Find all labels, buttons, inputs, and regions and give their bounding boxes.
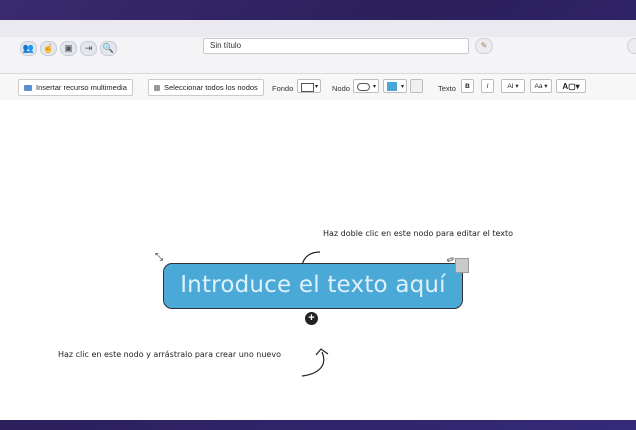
edit-node-hint: Haz doble clic en este nodo para editar … xyxy=(323,229,514,238)
resize-handle-icon[interactable]: ⤡ xyxy=(155,252,163,263)
hint-arrows xyxy=(296,251,329,377)
node-edit-handle[interactable] xyxy=(455,258,469,273)
central-node[interactable]: Introduce el texto aquí xyxy=(163,263,463,309)
add-child-node-icon[interactable]: + xyxy=(305,312,318,325)
drag-node-hint: Haz clic en este nodo y arrástralo para … xyxy=(58,350,281,359)
